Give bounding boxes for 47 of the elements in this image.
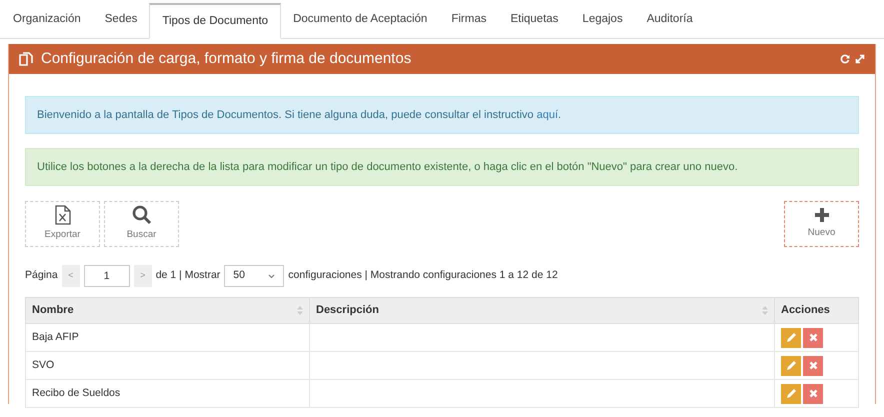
- search-button[interactable]: Buscar: [104, 201, 179, 247]
- pencil-icon: [786, 360, 796, 371]
- sort-icon: [762, 306, 768, 315]
- expand-icon[interactable]: [855, 54, 865, 64]
- delete-button[interactable]: [803, 356, 823, 376]
- panel-title: Configuración de carga, formato y firma de documentos: [41, 48, 412, 69]
- spreadsheet-file-icon: [54, 205, 70, 226]
- table-cell: Recibo de Sueldos: [26, 380, 310, 408]
- pencil-icon: [786, 388, 796, 399]
- edit-button[interactable]: [781, 356, 801, 376]
- close-icon: [808, 389, 818, 398]
- tab[interactable]: Tipos de Documento: [149, 3, 282, 39]
- page-label: Página: [25, 268, 58, 284]
- instructivo-link[interactable]: aquí: [536, 108, 558, 121]
- column-header: Acciones: [774, 298, 858, 324]
- edit-button[interactable]: [781, 328, 801, 348]
- column-header[interactable]: Descripción: [310, 298, 774, 324]
- edit-button[interactable]: [781, 384, 801, 404]
- plus-icon: [814, 207, 830, 224]
- delete-button[interactable]: [803, 384, 823, 404]
- page-size-select[interactable]: 50: [224, 265, 284, 287]
- page-count-text: de 1 | Mostrar: [156, 268, 220, 284]
- pencil-icon: [786, 332, 796, 343]
- column-header[interactable]: Nombre: [26, 298, 310, 324]
- refresh-icon[interactable]: [840, 54, 850, 64]
- tab[interactable]: Legajos: [570, 2, 635, 38]
- export-button[interactable]: Exportar: [25, 201, 100, 247]
- tab[interactable]: Auditoría: [634, 2, 705, 38]
- table-cell: SVO: [26, 352, 310, 380]
- chevron-down-icon: [268, 274, 276, 278]
- tab[interactable]: Sedes: [92, 2, 150, 38]
- tab[interactable]: Documento de Aceptación: [281, 2, 440, 38]
- info-message: Bienvenido a la pantalla de Tipos de Documentos. Si tiene alguna duda, puede consultar el instructivo aquí.: [37, 108, 562, 123]
- close-icon: [808, 333, 818, 342]
- tab[interactable]: Organización: [1, 2, 93, 38]
- results-summary: configuraciones | Mostrando configuraciones 1 a 12 de 12: [288, 268, 558, 284]
- sort-icon: [297, 306, 303, 315]
- new-button[interactable]: Nuevo: [784, 201, 859, 247]
- copy-icon: [19, 52, 33, 66]
- table-cell: Baja AFIP: [26, 324, 310, 352]
- search-icon: [132, 205, 152, 226]
- close-icon: [808, 361, 818, 370]
- page-field[interactable]: 1: [84, 265, 130, 287]
- delete-button[interactable]: [803, 328, 823, 348]
- tab[interactable]: Firmas: [439, 2, 498, 38]
- tab[interactable]: Etiquetas: [498, 2, 570, 38]
- success-message: Utilice los botones a la derecha de la lista para modificar un tipo de documento existente, o haga clic en el botón "Nuevo" para crear uno nuevo.: [37, 160, 738, 175]
